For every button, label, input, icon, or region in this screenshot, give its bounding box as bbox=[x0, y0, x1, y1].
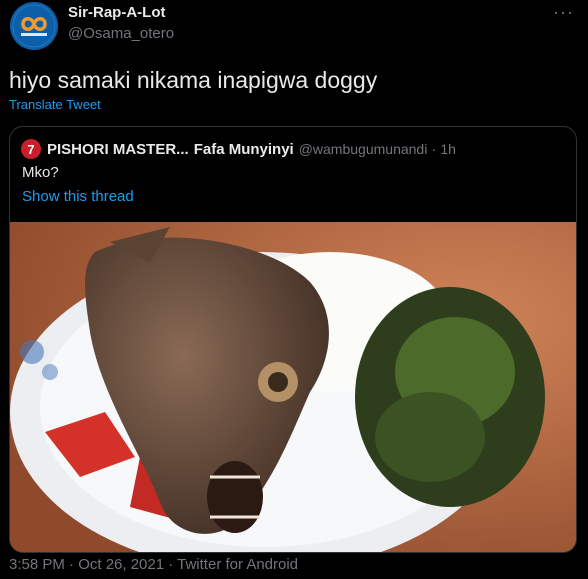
author-handle[interactable]: @Osama_otero bbox=[68, 24, 174, 44]
show-thread-link[interactable]: Show this thread bbox=[22, 188, 134, 205]
quoted-tweet[interactable]: 7 PISHORI MASTER... Fafa Munyinyi @wambu… bbox=[9, 126, 577, 553]
tweet-metadata[interactable]: 3:58 PM · Oct 26, 2021 · Twitter for And… bbox=[9, 556, 298, 573]
quote-display-name-2[interactable]: Fafa Munyinyi bbox=[194, 141, 294, 158]
translate-tweet-link[interactable]: Translate Tweet bbox=[9, 97, 101, 112]
quote-text: Mko? bbox=[22, 164, 59, 181]
fish-meal-image bbox=[10, 222, 576, 552]
quote-handle[interactable]: @wambugumunandi bbox=[299, 141, 428, 157]
quote-display-name[interactable]: PISHORI MASTER... bbox=[47, 141, 189, 158]
quote-header: 7 PISHORI MASTER... Fafa Munyinyi @wambu… bbox=[21, 139, 456, 159]
avatar[interactable] bbox=[10, 2, 58, 50]
infinity-logo-icon bbox=[10, 2, 58, 50]
tweet-text: hiyo samaki nikama inapigwa doggy bbox=[9, 67, 378, 93]
fish-meal-photo[interactable] bbox=[10, 222, 576, 552]
separator-dot: · bbox=[431, 140, 437, 158]
author-display-name[interactable]: Sir-Rap-A-Lot bbox=[68, 4, 174, 22]
author-block: Sir-Rap-A-Lot @Osama_otero bbox=[68, 4, 174, 44]
quote-timestamp[interactable]: 1h bbox=[440, 141, 456, 157]
more-options-icon[interactable]: ··· bbox=[553, 2, 574, 23]
quote-avatar[interactable]: 7 bbox=[21, 139, 41, 159]
